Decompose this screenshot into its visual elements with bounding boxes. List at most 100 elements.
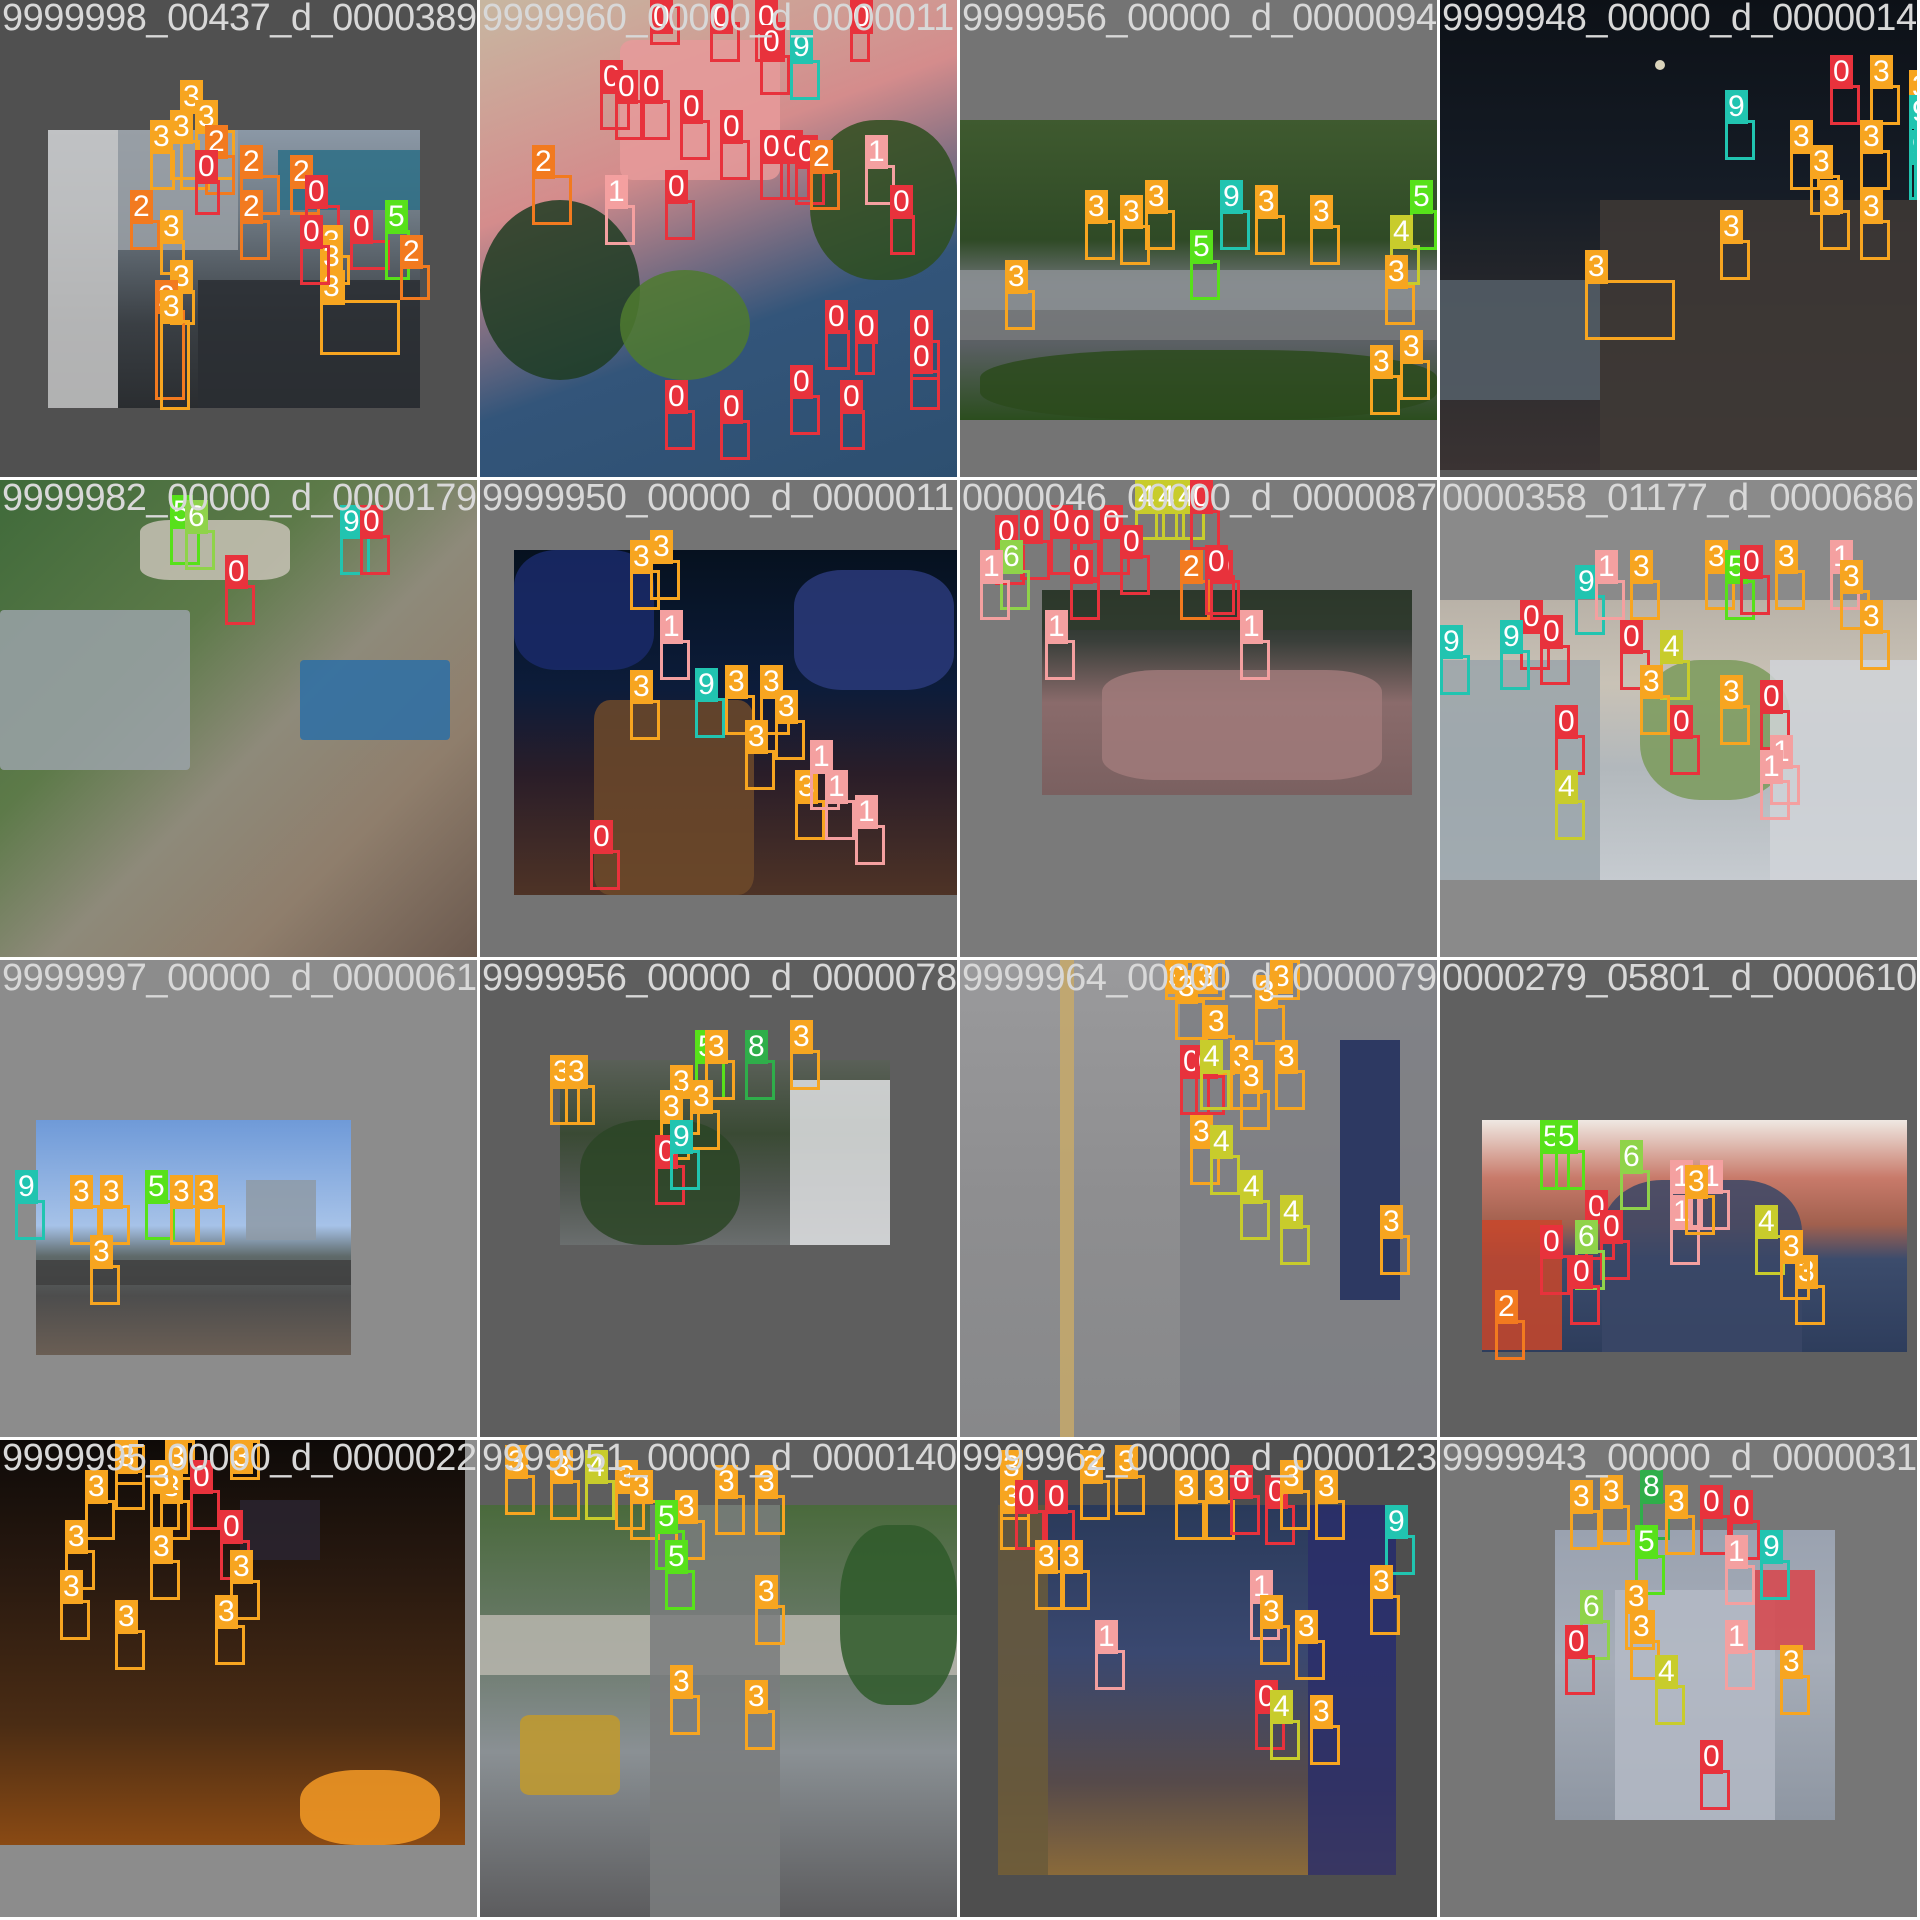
class-label: 4	[1210, 1125, 1233, 1159]
detection-box	[1260, 1625, 1290, 1665]
detection-box	[670, 1695, 700, 1735]
class-label: 3	[1780, 1230, 1803, 1264]
detection-box	[1600, 1505, 1630, 1545]
detection-box	[745, 1710, 775, 1750]
class-label: 1	[605, 175, 628, 209]
class-label: 3	[745, 1680, 768, 1714]
detection-box	[550, 1480, 580, 1520]
scene-shape	[36, 1260, 351, 1285]
detection-box	[1570, 1285, 1600, 1325]
class-label: 0	[220, 1510, 243, 1544]
class-label: 0	[1760, 680, 1783, 714]
class-label: 3	[1035, 1540, 1058, 1574]
detection-box	[1295, 1640, 1325, 1680]
class-label: 1	[1595, 550, 1618, 584]
detection-box	[1240, 1200, 1270, 1240]
detection-box	[1270, 1720, 1300, 1760]
class-label: 1	[1725, 1535, 1748, 1569]
detection-box	[1555, 1150, 1585, 1190]
detection-box	[1780, 1675, 1810, 1715]
class-label: 3	[1775, 540, 1798, 574]
class-label: 3	[755, 1575, 778, 1609]
class-label: 2	[810, 140, 833, 174]
detection-box	[1255, 215, 1285, 255]
class-label: 3	[1625, 1580, 1648, 1614]
class-label: 0	[840, 380, 863, 414]
detection-box	[640, 100, 670, 140]
detection-box	[320, 300, 400, 355]
class-label: 3	[1370, 345, 1393, 379]
class-label: 0	[855, 310, 878, 344]
class-label: 0	[300, 215, 323, 249]
tile-filename: 9999962_00000_d_0000123.jpg	[962, 1440, 1437, 1479]
class-label: 0	[305, 175, 328, 209]
detection-box	[1120, 555, 1150, 595]
detection-box	[665, 410, 695, 450]
class-label: 5	[1190, 230, 1213, 264]
class-label: 1	[1045, 610, 1068, 644]
detection-box	[1720, 240, 1750, 280]
detection-box	[630, 700, 660, 740]
class-label: 9	[1760, 1530, 1783, 1564]
mosaic-tile: 3 3 0 0 3 3 3 3 0 0 3 3 9 3 3 1 1 3 3 0 4 3 3 9999962_00000_d_0…	[960, 1440, 1437, 1917]
detection-box	[1620, 1170, 1650, 1210]
tile-filename: 0000279_05801_d_0000610.jpg	[1442, 960, 1917, 999]
detection-box	[240, 220, 270, 260]
class-label: 6	[1000, 540, 1023, 574]
mosaic-tile: 33433333553339999951_00000_d_0000140.jpg	[480, 1440, 957, 1917]
mosaic-tile: 03399933333339999948_00000_d_0000014.jpg	[1440, 0, 1917, 477]
scene-shape	[520, 1715, 620, 1795]
class-label: 3	[1585, 250, 1608, 284]
detection-box	[715, 1495, 745, 1535]
class-label: 3	[1260, 1595, 1283, 1629]
detection-box	[1370, 1595, 1400, 1635]
aerial-photo	[480, 0, 957, 477]
mosaic-tile: 33332220022333203305239999998_00437_d_00…	[0, 0, 477, 477]
mosaic-grid: 33332220022333203305239999998_00437_d_00…	[0, 0, 1920, 1920]
class-label: 2	[1495, 1290, 1518, 1324]
class-label: 5	[1555, 1120, 1578, 1154]
class-label: 3	[1720, 210, 1743, 244]
class-label: 1	[825, 770, 848, 804]
detection-box	[1240, 640, 1270, 680]
class-label: 3	[195, 1175, 218, 1209]
detection-box	[1540, 1255, 1570, 1295]
detection-box	[695, 698, 725, 738]
class-label: 0	[225, 555, 248, 589]
detection-box	[720, 420, 750, 460]
detection-box	[1909, 125, 1917, 165]
detection-box	[190, 1490, 220, 1530]
detection-box	[1410, 210, 1437, 250]
detection-box	[1870, 85, 1900, 125]
class-label: 3	[1820, 180, 1843, 214]
class-label: 0	[825, 300, 848, 334]
class-label: 3	[1295, 1610, 1318, 1644]
detection-box	[1909, 160, 1917, 200]
detection-box	[350, 240, 390, 270]
aerial-photo	[998, 1505, 1396, 1875]
detection-box	[1760, 1560, 1790, 1600]
class-label: 4	[1390, 215, 1413, 249]
class-label: 4	[1555, 770, 1578, 804]
class-label: 0	[680, 90, 703, 124]
class-label: 4	[1270, 1690, 1293, 1724]
class-label: 3	[1630, 1610, 1653, 1644]
tile-filename: 9999997_00000_d_0000061.jpg	[2, 960, 477, 999]
detection-box	[1310, 225, 1340, 265]
detection-box	[1860, 150, 1890, 190]
class-label: 0	[615, 70, 638, 104]
detection-box	[1700, 1770, 1730, 1810]
class-label: 5	[385, 200, 408, 234]
class-label: 3	[745, 720, 768, 754]
detection-box	[1860, 630, 1890, 670]
detection-box	[1400, 360, 1430, 400]
class-label: 3	[150, 1530, 173, 1564]
class-label: 3	[1310, 195, 1333, 229]
scene-shape	[794, 570, 954, 690]
class-label: 3	[1385, 255, 1408, 289]
detection-box	[1200, 1070, 1230, 1110]
detection-box	[1005, 290, 1035, 330]
detection-box	[1570, 1510, 1600, 1550]
class-label: 3	[1640, 665, 1663, 699]
class-label: 0	[1570, 1255, 1593, 1289]
